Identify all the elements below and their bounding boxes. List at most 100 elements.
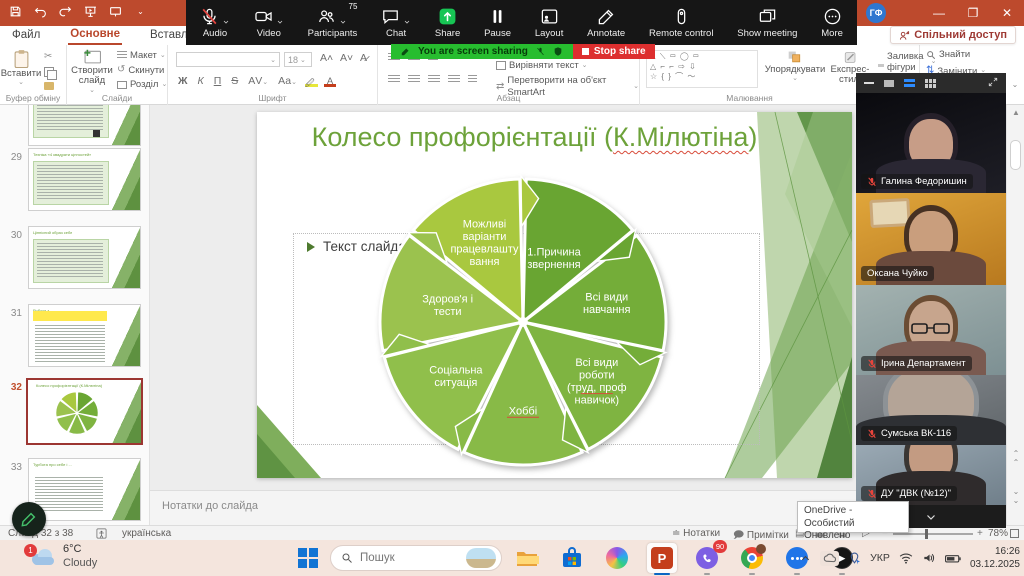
windows-start-button[interactable] — [298, 548, 318, 568]
copy-icon[interactable] — [44, 67, 54, 77]
meeting-more-button[interactable]: More — [821, 6, 843, 39]
store-icon[interactable] — [557, 543, 587, 573]
font-color-icon[interactable]: А — [324, 76, 336, 87]
taskbar-search[interactable]: Пошук — [330, 545, 502, 571]
slide-thumbnail-32[interactable]: Колесо профорієнтації (К.Мілютіна) — [26, 378, 143, 445]
scroll-up-icon[interactable]: ▲ — [1007, 108, 1024, 117]
wifi-icon[interactable] — [899, 552, 913, 564]
strikethrough-button[interactable]: S — [229, 75, 240, 87]
panel-expand-icon[interactable] — [988, 74, 998, 92]
minimize-button[interactable]: — — [922, 0, 956, 26]
slide-canvas[interactable]: Колесо профорієнтації (К.Мілютіна) Текст… — [257, 112, 852, 478]
tab-основне[interactable]: Основне — [68, 27, 122, 45]
panel-minimize-icon[interactable] — [864, 82, 874, 84]
slide-thumbnail-partial[interactable] — [28, 105, 141, 146]
volume-icon[interactable] — [922, 552, 936, 564]
meeting-pause-button[interactable]: Pause — [484, 6, 511, 39]
zoom-in-icon[interactable]: + — [977, 528, 983, 539]
align-left-icon[interactable] — [388, 75, 400, 84]
redo-icon[interactable] — [58, 4, 73, 19]
location-icon[interactable] — [848, 552, 861, 565]
zoom-percentage[interactable]: 78% — [988, 528, 1008, 539]
slide-thumbnail-29[interactable]: Техніка «4 квадрати цінностей» — [28, 148, 141, 211]
justify-icon[interactable] — [448, 75, 460, 84]
ribbon-collapse-icon[interactable]: ⌄ — [1006, 80, 1024, 94]
chrome-icon[interactable] — [737, 543, 767, 573]
participant-tile[interactable]: Сумська ВК-116 — [856, 375, 1006, 445]
new-slide-button[interactable]: Створити слайд⌄ — [70, 49, 114, 95]
zoom-slider[interactable] — [893, 533, 973, 535]
tray-overflow-icon[interactable] — [800, 553, 811, 564]
align-text-button[interactable]: Вирівняти текст⌄ — [496, 60, 639, 71]
meeting-show-meeting-button[interactable]: Show meeting — [737, 6, 797, 39]
language-indicator[interactable]: українська — [122, 528, 171, 539]
highlight-color-icon[interactable]: 🖉 — [305, 76, 318, 87]
meeting-audio-button[interactable]: Audio — [200, 6, 230, 39]
slide-thumbnail-33[interactable]: Турбота про себе і ... — [28, 458, 141, 521]
participant-tile[interactable]: Галина Федоришин — [856, 93, 1006, 193]
scrollbar-thumb[interactable] — [1010, 140, 1021, 170]
meeting-remote-control-button[interactable]: Remote control — [649, 6, 713, 39]
slide-title[interactable]: Колесо профорієнтації (К.Мілютіна) — [287, 122, 782, 153]
arrange-button[interactable]: Упорядкувати⌄ — [766, 50, 824, 83]
panel-small-view-icon[interactable] — [884, 80, 894, 87]
save-icon[interactable] — [8, 4, 23, 19]
slide-thumbnail-31[interactable]: Робота з ... — [28, 304, 141, 367]
meeting-layout-button[interactable]: Layout — [535, 6, 564, 39]
close-button[interactable]: ✕ — [990, 0, 1024, 26]
reset-button[interactable]: ↺Скинути — [117, 64, 167, 76]
ink-annotation-button[interactable] — [12, 502, 46, 536]
italic-button[interactable]: К — [196, 75, 206, 87]
participant-tile[interactable]: Ірина Департамент — [856, 285, 1006, 375]
format-painter-icon[interactable] — [44, 82, 54, 90]
maximize-button[interactable]: ❐ — [956, 0, 990, 26]
participant-tile[interactable]: Оксана Чуйко — [856, 193, 1006, 285]
clear-format-icon[interactable]: А̷ — [358, 52, 369, 64]
align-right-icon[interactable] — [428, 75, 440, 84]
change-case-icon[interactable]: Аа⌄ — [276, 75, 299, 87]
vertical-scrollbar[interactable]: ▲ ⌃⌃ ⌄⌄ — [1006, 105, 1024, 525]
undo-icon[interactable] — [33, 4, 48, 19]
font-size-select[interactable]: 18⌄ — [284, 52, 312, 67]
next-slide-icon[interactable]: ⌄⌄ — [1007, 487, 1024, 505]
weather-widget[interactable]: 1 6°CCloudy — [30, 543, 97, 571]
account-avatar[interactable]: ГФ — [866, 3, 886, 23]
paste-button[interactable]: Вставити⌄ — [4, 49, 38, 87]
cut-icon[interactable]: ✂ — [44, 51, 54, 62]
share-document-button[interactable]: Спільний доступ — [890, 26, 1016, 44]
tab-файл[interactable]: Файл — [10, 28, 42, 44]
meeting-share-button[interactable]: Share — [435, 6, 460, 39]
layout-button[interactable]: Макет⌄ — [117, 50, 167, 61]
align-center-icon[interactable] — [408, 75, 420, 84]
find-button[interactable]: Знайти — [926, 49, 986, 60]
meeting-participants-button[interactable]: 75Participants — [308, 6, 358, 39]
powerpoint-icon[interactable]: P — [647, 543, 677, 573]
previous-slide-icon[interactable]: ⌃⌃ — [1007, 449, 1024, 467]
copilot-icon[interactable] — [602, 543, 632, 573]
present-display-icon[interactable] — [108, 4, 123, 19]
zoom-slider-thumb[interactable] — [925, 529, 928, 539]
meeting-annotate-button[interactable]: Annotate — [587, 6, 625, 39]
start-slideshow-icon[interactable] — [83, 4, 98, 19]
columns-icon[interactable] — [468, 75, 477, 84]
font-name-select[interactable]: ⌄ — [176, 52, 280, 67]
underline-button[interactable]: П — [212, 75, 224, 87]
viber-icon[interactable]: 90 — [692, 543, 722, 573]
participant-tile[interactable]: ДУ "ДВК (№12)" — [856, 445, 1006, 505]
panel-gallery-view-icon[interactable] — [904, 79, 915, 88]
customize-toolbar-icon[interactable]: ⌄ — [133, 4, 148, 19]
shrink-font-icon[interactable]: А˅ — [338, 52, 355, 64]
panel-grid-view-icon[interactable] — [925, 79, 936, 88]
notes-toggle[interactable]: ≐ Нотатки — [672, 528, 720, 539]
character-spacing-icon[interactable]: АV⌄ — [246, 75, 270, 87]
grow-font-icon[interactable]: А˄ — [318, 52, 335, 64]
slide-thumbnail-30[interactable]: Ціннісний образ себе — [28, 226, 141, 289]
stop-share-button[interactable]: Stop share — [573, 44, 655, 59]
career-wheel-diagram[interactable]: 1.ПричиназверненняВсі видинавчанняВсі ви… — [363, 162, 683, 478]
explorer-icon[interactable] — [512, 543, 542, 573]
battery-icon[interactable] — [945, 553, 961, 564]
fit-to-window-icon[interactable] — [1010, 529, 1019, 538]
meeting-chat-button[interactable]: Chat — [381, 6, 411, 39]
notes-pane[interactable]: Нотатки до слайда — [150, 490, 857, 525]
language-switcher[interactable]: УКР — [870, 552, 890, 564]
